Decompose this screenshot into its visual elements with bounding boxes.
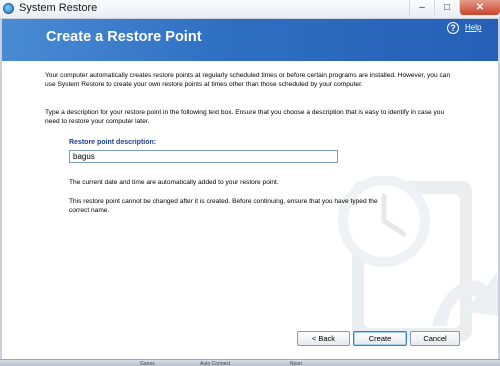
minimize-button[interactable]: – bbox=[409, 0, 434, 15]
instructions-text: Type a description for your restore poin… bbox=[45, 109, 445, 125]
maximize-button[interactable]: □ bbox=[434, 0, 459, 15]
warning-text: This restore point cannot be changed aft… bbox=[69, 198, 378, 214]
system-restore-icon bbox=[3, 3, 14, 14]
datetime-note: The current date and time are automatica… bbox=[69, 179, 279, 186]
taskbar-item[interactable]: Auto Connect bbox=[200, 361, 230, 366]
cancel-button[interactable]: Cancel bbox=[410, 331, 460, 346]
back-button[interactable]: < Back bbox=[297, 331, 350, 346]
window-title: System Restore bbox=[19, 2, 98, 14]
help-link[interactable]: Help bbox=[465, 23, 481, 32]
close-button[interactable]: ✕ bbox=[459, 0, 500, 15]
title-bar[interactable]: System Restore – □ ✕ bbox=[0, 0, 500, 19]
wizard-header: Create a Restore Point ? Help bbox=[2, 19, 498, 61]
restore-point-description-label: Restore point description: bbox=[69, 139, 157, 146]
page-title: Create a Restore Point bbox=[46, 29, 202, 45]
wizard-content: Your computer automatically creates rest… bbox=[2, 61, 498, 359]
taskbar-item[interactable]: Ganes bbox=[140, 361, 155, 366]
intro-text: Your computer automatically creates rest… bbox=[45, 72, 451, 88]
help-icon[interactable]: ? bbox=[447, 22, 459, 34]
window-controls: – □ ✕ bbox=[409, 0, 500, 16]
create-button[interactable]: Create bbox=[353, 331, 407, 346]
restore-point-description-input[interactable] bbox=[69, 150, 338, 163]
taskbar-item[interactable]: Noori bbox=[290, 361, 302, 366]
